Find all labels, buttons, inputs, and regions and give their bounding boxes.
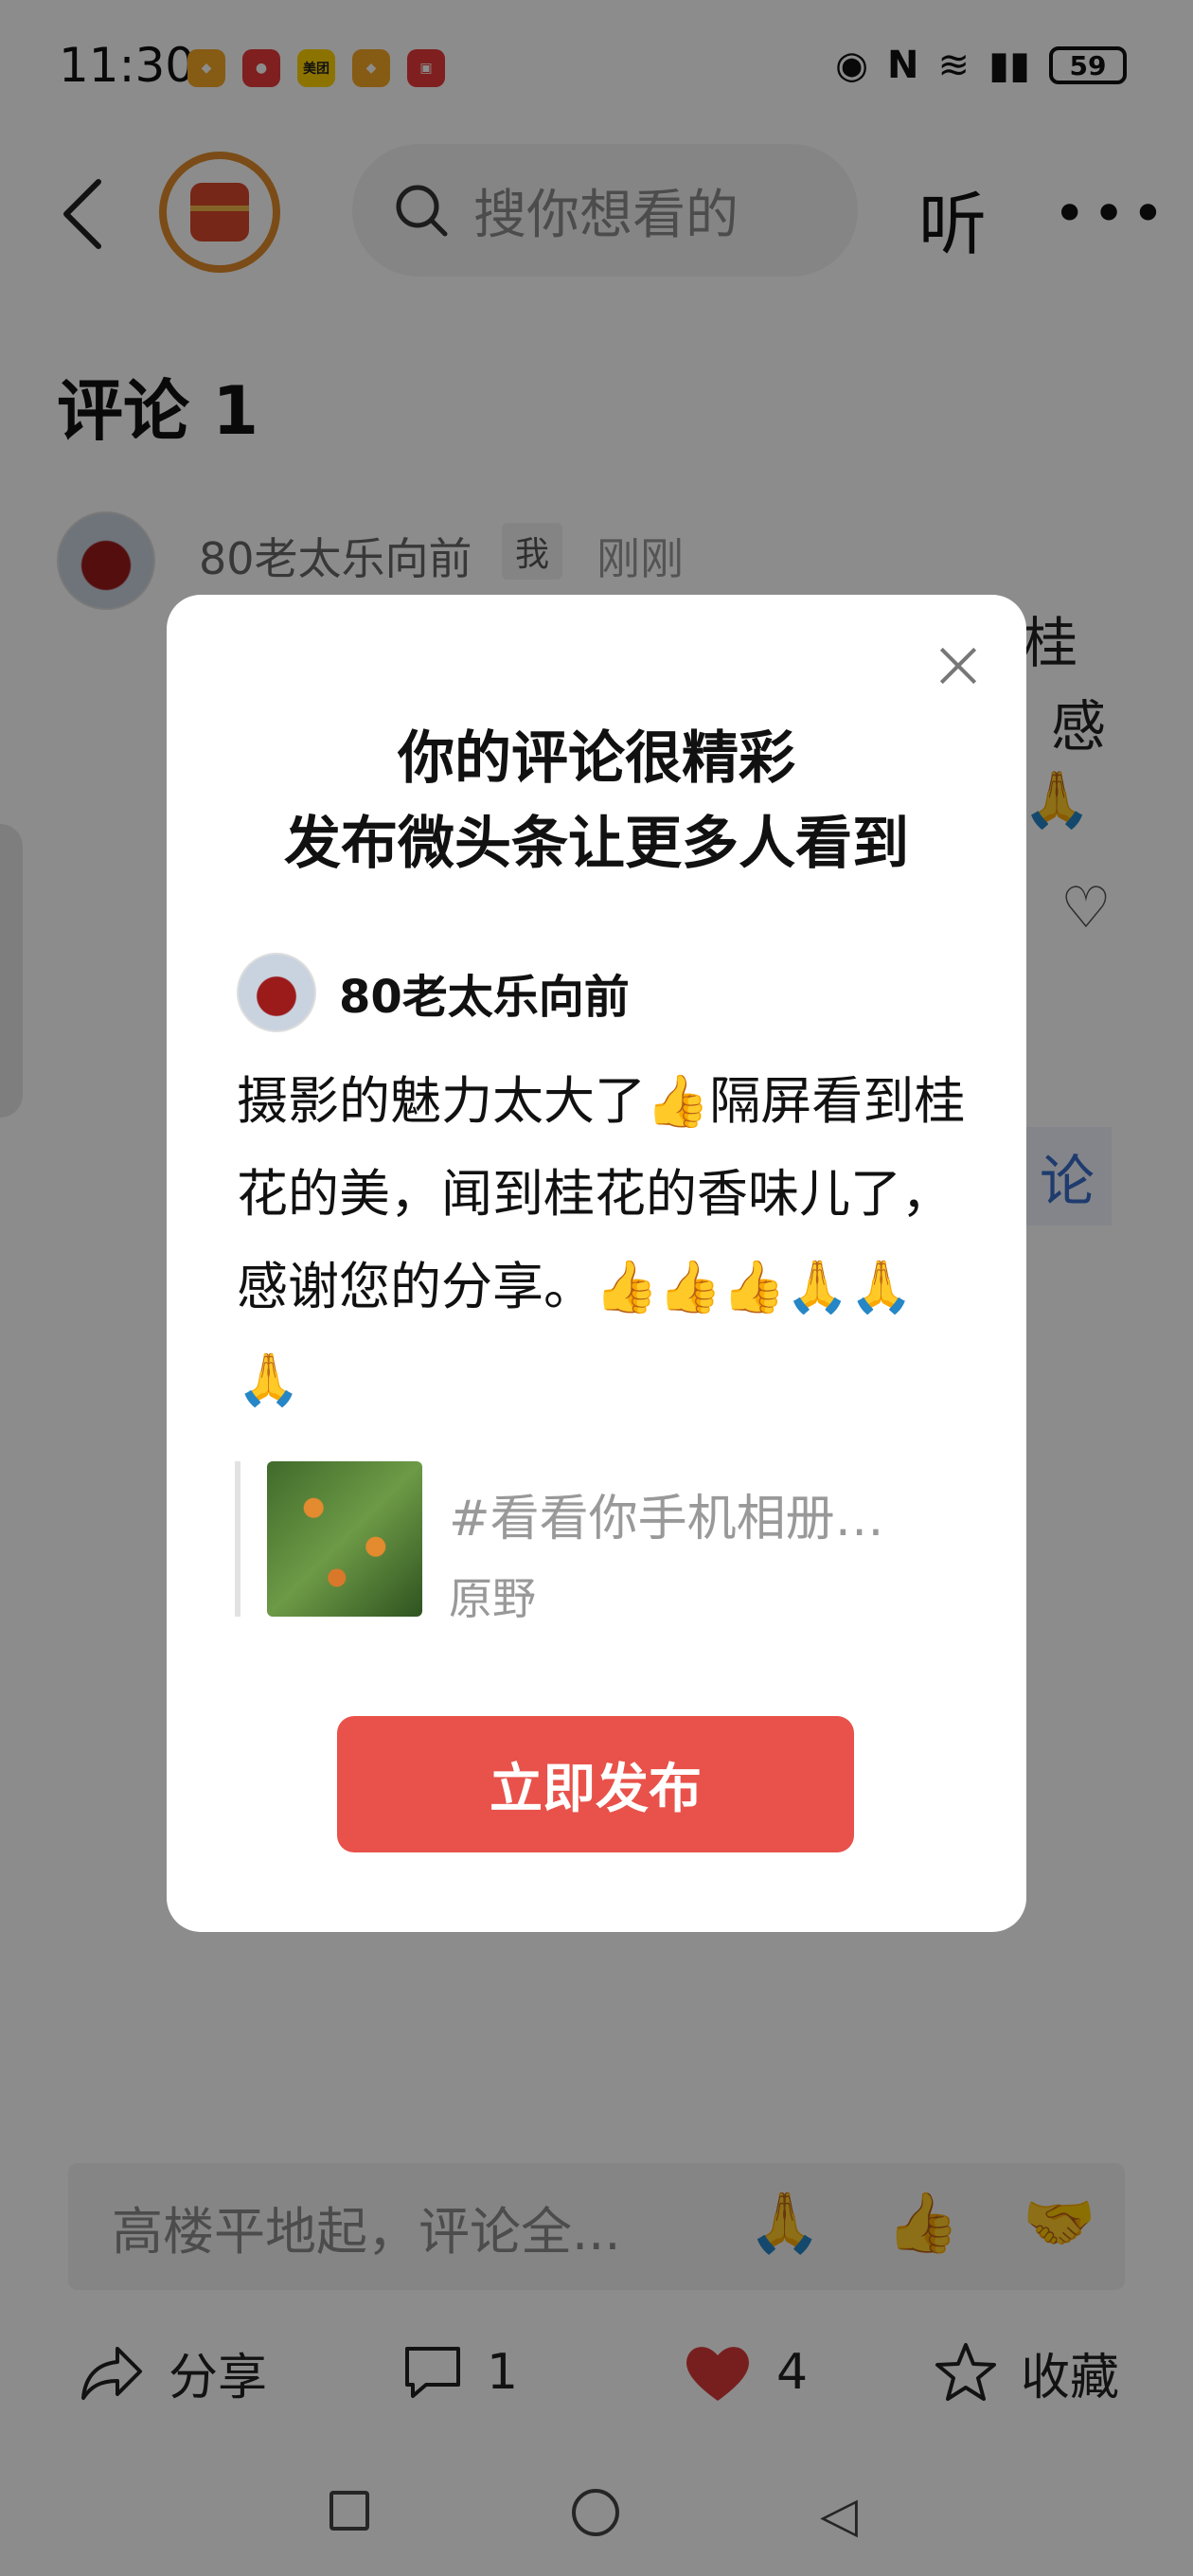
dialog-comment-text: 摄影的魅力太大了👍隔屏看到桂花的美，闻到桂花的香味儿了，感谢您的分享。👍👍👍🙏🙏… <box>237 1071 966 1409</box>
avatar <box>237 953 316 1032</box>
quoted-post-thumbnail <box>267 1461 422 1617</box>
close-icon[interactable] <box>939 646 977 684</box>
screen: 11:30 ◆ ● 美团 ◆ ▣ ◉ N ≋ ▮▮ 59 搜你想看的 听 ••• <box>0 0 1193 2576</box>
dialog-user: 80老太乐向前 <box>237 953 630 1032</box>
quoted-post-info: #看看你手机相册… 原野 <box>449 1461 884 1624</box>
quoted-post-title: #看看你手机相册… <box>449 1491 884 1547</box>
publish-now-button[interactable]: 立即发布 <box>337 1716 854 1852</box>
quoted-post: #看看你手机相册… 原野 <box>235 1461 964 1624</box>
publish-prompt-dialog: 你的评论很精彩 发布微头条让更多人看到 80老太乐向前 摄影的魅力太大了👍隔屏看… <box>167 595 1026 1932</box>
modal-scrim-top <box>0 0 1193 123</box>
modal-scrim-bottom <box>0 2453 1193 2576</box>
quoted-post-author: 原野 <box>449 1573 536 1624</box>
dialog-username: 80老太乐向前 <box>339 971 630 1024</box>
dialog-title-line1: 你的评论很精彩 <box>398 725 795 792</box>
dialog-title-line2: 发布微头条让更多人看到 <box>284 811 909 877</box>
